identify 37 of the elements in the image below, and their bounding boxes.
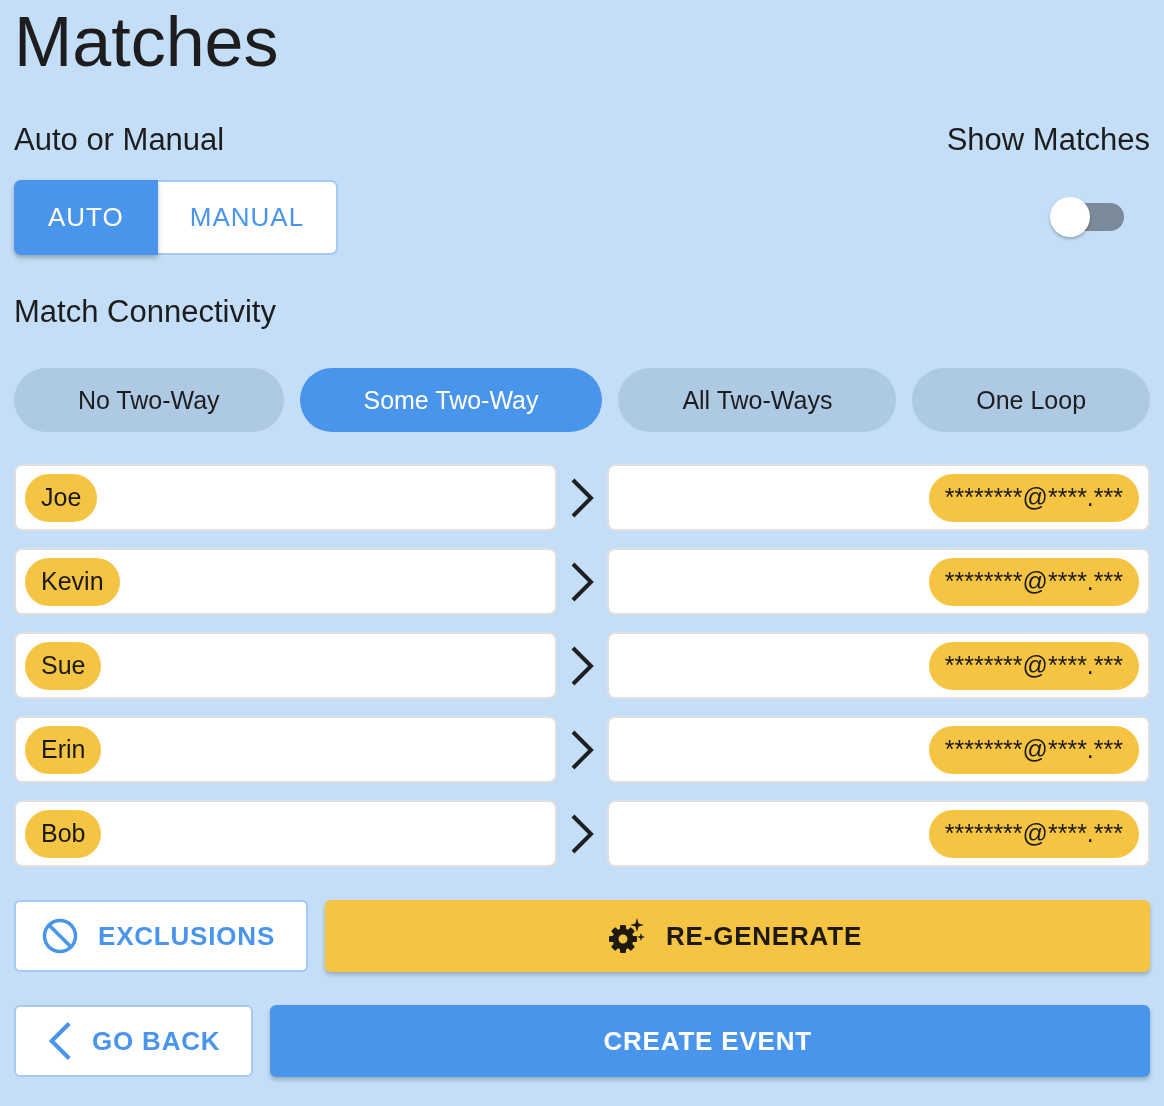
chevron-right-icon — [570, 561, 594, 602]
giver-field[interactable]: Kevin — [14, 548, 557, 615]
giver-field[interactable]: Erin — [14, 716, 557, 783]
email-tag: ********@****.*** — [928, 809, 1139, 858]
receiver-field[interactable]: ********@****.*** — [607, 716, 1150, 783]
giver-field[interactable]: Bob — [14, 800, 557, 867]
name-tag: Sue — [25, 641, 102, 690]
name-tag: Erin — [25, 725, 102, 774]
connectivity-label: Match Connectivity — [14, 293, 277, 331]
mode-label: Auto or Manual — [14, 121, 225, 159]
receiver-field[interactable]: ********@****.*** — [607, 548, 1150, 615]
show-matches-label: Show Matches — [946, 121, 1150, 159]
chevron-left-icon — [48, 1021, 72, 1061]
giver-field[interactable]: Sue — [14, 632, 557, 699]
chevron-right-icon — [570, 645, 594, 686]
show-matches-switch[interactable] — [1050, 197, 1126, 237]
chevron-right-icon — [570, 477, 594, 518]
email-tag: ********@****.*** — [928, 557, 1139, 606]
name-tag: Bob — [25, 809, 102, 858]
receiver-field[interactable]: ********@****.*** — [607, 800, 1150, 867]
page-title: Matches — [14, 2, 280, 83]
receiver-field[interactable]: ********@****.*** — [607, 464, 1150, 531]
name-tag: Kevin — [25, 557, 120, 606]
email-tag: ********@****.*** — [928, 725, 1139, 774]
ban-icon — [42, 918, 78, 954]
email-tag: ********@****.*** — [928, 473, 1139, 522]
receiver-field[interactable]: ********@****.*** — [607, 632, 1150, 699]
chevron-right-icon — [570, 813, 594, 854]
gear-sparkle-icon — [607, 918, 646, 954]
giver-field[interactable]: Joe — [14, 464, 557, 531]
connectivity-option[interactable]: One Loop — [912, 368, 1150, 432]
regenerate-button[interactable]: RE-GENERATE — [325, 900, 1150, 972]
connectivity-option[interactable]: No Two-Way — [14, 368, 284, 432]
connectivity-option[interactable]: All Two-Ways — [618, 368, 897, 432]
email-tag: ********@****.*** — [928, 641, 1139, 690]
name-tag: Joe — [25, 473, 98, 522]
chevron-right-icon — [570, 729, 594, 770]
